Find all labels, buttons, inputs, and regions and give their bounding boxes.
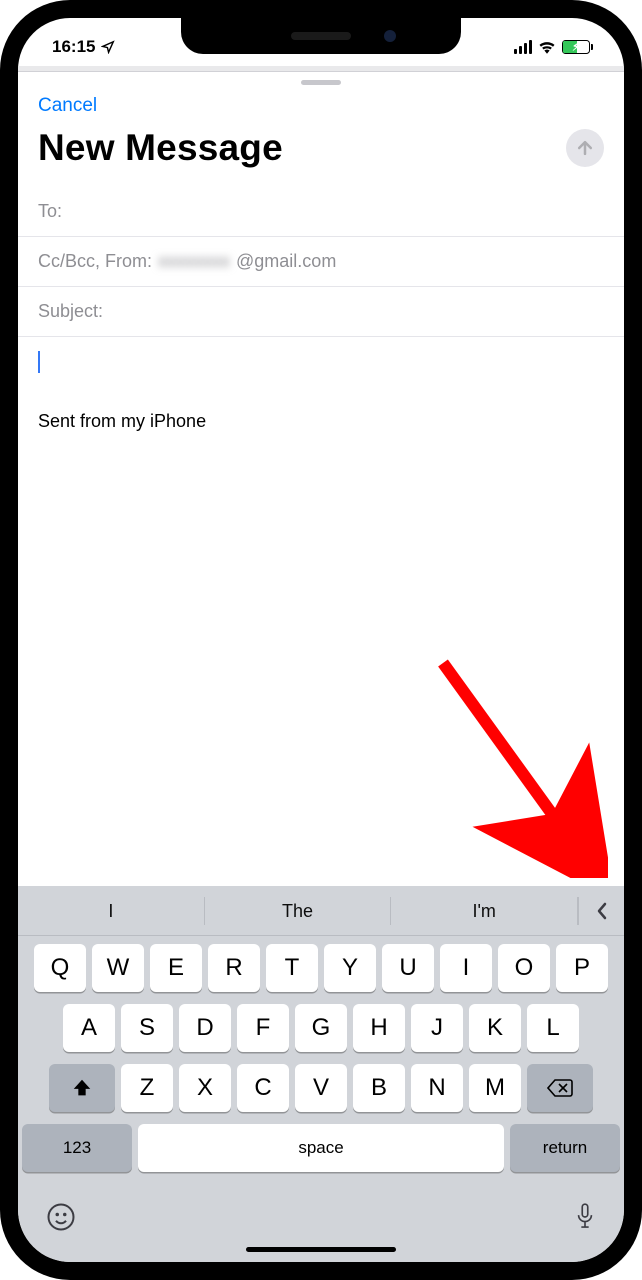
predictive-collapse-button[interactable] <box>578 897 624 925</box>
key-l[interactable]: L <box>527 1004 579 1052</box>
key-o[interactable]: O <box>498 944 550 992</box>
key-h[interactable]: H <box>353 1004 405 1052</box>
key-k[interactable]: K <box>469 1004 521 1052</box>
key-b[interactable]: B <box>353 1064 405 1112</box>
subject-field[interactable]: Subject: <box>18 287 624 337</box>
sheet-background-peek <box>18 66 624 72</box>
arrow-up-icon <box>575 138 595 158</box>
numeric-key[interactable]: 123 <box>22 1124 132 1172</box>
key-c[interactable]: C <box>237 1064 289 1112</box>
keyboard: I The I'm Q W E R T Y U I O P <box>18 886 624 1262</box>
message-body[interactable]: Sent from my iPhone <box>18 337 624 446</box>
key-g[interactable]: G <box>295 1004 347 1052</box>
microphone-icon <box>574 1202 596 1232</box>
text-cursor <box>38 351 40 373</box>
shift-key[interactable] <box>49 1064 115 1112</box>
status-time: 16:15 <box>52 37 95 57</box>
key-y[interactable]: Y <box>324 944 376 992</box>
volume-down-button <box>0 355 1 425</box>
keyboard-bottom-row <box>18 1188 624 1235</box>
key-r[interactable]: R <box>208 944 260 992</box>
key-row-4: 123 space return <box>22 1124 620 1172</box>
key-row-3: Z X C V B N M <box>22 1064 620 1112</box>
mute-switch <box>0 200 1 235</box>
to-label: To: <box>38 201 62 222</box>
key-u[interactable]: U <box>382 944 434 992</box>
from-address-domain: @gmail.com <box>236 251 336 272</box>
key-f[interactable]: F <box>237 1004 289 1052</box>
send-button[interactable] <box>566 129 604 167</box>
emoji-icon <box>46 1202 76 1232</box>
key-q[interactable]: Q <box>34 944 86 992</box>
emoji-button[interactable] <box>46 1202 76 1235</box>
cc-bcc-from-field[interactable]: Cc/Bcc, From: xxxxxxxx @gmail.com <box>18 237 624 287</box>
key-s[interactable]: S <box>121 1004 173 1052</box>
space-key[interactable]: space <box>138 1124 504 1172</box>
delete-key[interactable] <box>527 1064 593 1112</box>
dictation-button[interactable] <box>574 1202 596 1235</box>
home-indicator[interactable] <box>246 1247 396 1252</box>
key-w[interactable]: W <box>92 944 144 992</box>
cc-bcc-from-label: Cc/Bcc, From: <box>38 251 152 272</box>
volume-up-button <box>0 265 1 335</box>
wifi-icon <box>538 40 556 54</box>
phone-frame: 16:15 ⚡︎ Cancel New Message To: <box>0 0 642 1280</box>
key-v[interactable]: V <box>295 1064 347 1112</box>
return-key[interactable]: return <box>510 1124 620 1172</box>
key-a[interactable]: A <box>63 1004 115 1052</box>
notch <box>181 18 461 54</box>
predictive-bar: I The I'm <box>18 886 624 936</box>
shift-icon <box>71 1077 93 1099</box>
key-e[interactable]: E <box>150 944 202 992</box>
to-field[interactable]: To: <box>18 187 624 237</box>
key-m[interactable]: M <box>469 1064 521 1112</box>
key-t[interactable]: T <box>266 944 318 992</box>
annotation-arrow <box>418 648 608 878</box>
key-i[interactable]: I <box>440 944 492 992</box>
key-row-1: Q W E R T Y U I O P <box>22 944 620 992</box>
location-icon <box>101 40 115 54</box>
battery-icon: ⚡︎ <box>562 40 590 54</box>
prediction-1[interactable]: I <box>18 897 205 925</box>
subject-label: Subject: <box>38 301 103 322</box>
cancel-button[interactable]: Cancel <box>38 95 97 117</box>
signal-icon <box>514 40 533 54</box>
prediction-3[interactable]: I'm <box>391 897 578 925</box>
prediction-2[interactable]: The <box>205 897 392 925</box>
key-d[interactable]: D <box>179 1004 231 1052</box>
key-row-2: A S D F G H J K L <box>22 1004 620 1052</box>
chevron-left-icon <box>596 902 608 920</box>
key-p[interactable]: P <box>556 944 608 992</box>
compose-title: New Message <box>38 127 283 169</box>
compose-sheet: Cancel New Message To: Cc/Bcc, From: xxx… <box>18 80 624 446</box>
from-address-hidden: xxxxxxxx <box>158 251 230 272</box>
signature-text: Sent from my iPhone <box>38 411 604 432</box>
key-j[interactable]: J <box>411 1004 463 1052</box>
backspace-icon <box>547 1078 573 1098</box>
key-z[interactable]: Z <box>121 1064 173 1112</box>
key-x[interactable]: X <box>179 1064 231 1112</box>
key-n[interactable]: N <box>411 1064 463 1112</box>
